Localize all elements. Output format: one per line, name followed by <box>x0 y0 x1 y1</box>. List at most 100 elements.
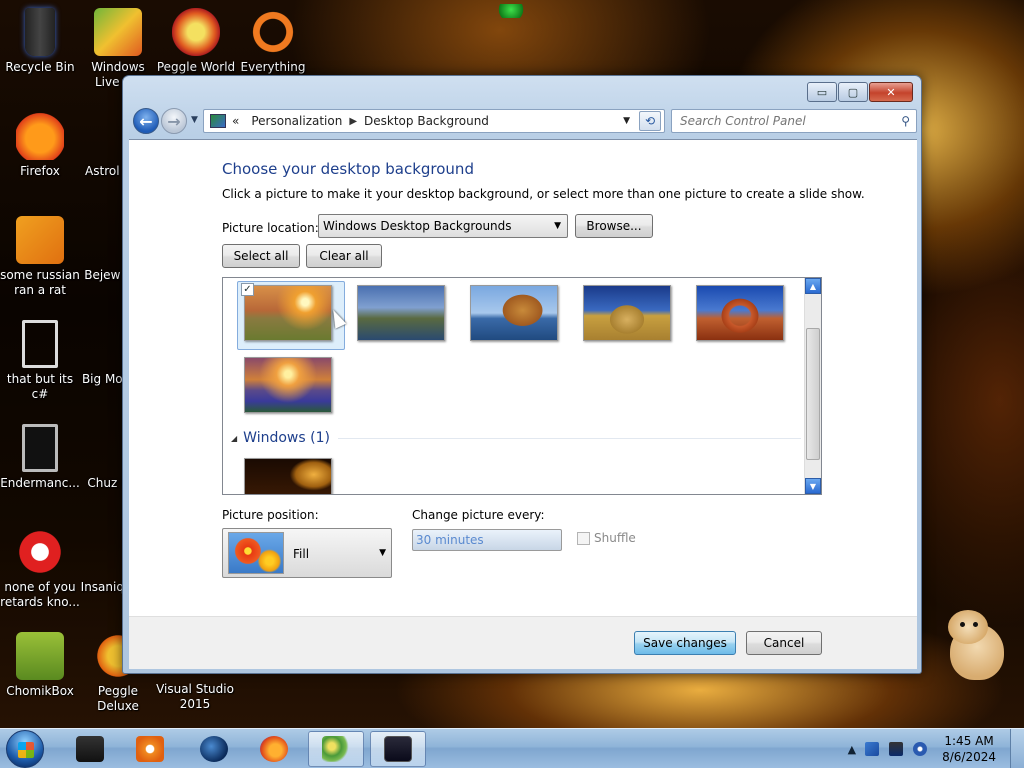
app-icon <box>16 216 64 264</box>
address-bar[interactable]: « Personalization ▶ Desktop Background ▼ <box>203 109 665 133</box>
thumbnail-lighthouse[interactable] <box>357 285 445 341</box>
desktop-icon-label: Peggle Deluxe <box>97 684 139 713</box>
maximize-icon: ▢ <box>847 85 859 99</box>
select-all-button[interactable]: Select all <box>222 244 300 268</box>
scroll-down-button[interactable]: ▼ <box>805 478 821 494</box>
clear-all-button[interactable]: Clear all <box>306 244 382 268</box>
desktop-icon-label: Endermanc... <box>0 476 80 490</box>
desktop-icon-label: Recycle Bin <box>5 60 75 74</box>
system-clock[interactable]: 1:45 AM 8/6/2024 <box>942 733 996 765</box>
desktop-icon-firefox[interactable]: Firefox <box>0 112 80 179</box>
browse-button[interactable]: Browse... <box>575 214 653 238</box>
breadcrumb-separator-icon[interactable]: ▶ <box>349 116 357 127</box>
shuffle-option[interactable]: Shuffle <box>577 531 636 545</box>
desktop-icon-chomikbox[interactable]: ChomikBox <box>0 632 80 699</box>
recycle-bin-icon <box>25 8 55 56</box>
thumbnail-red-arch[interactable] <box>696 285 784 341</box>
desktop-icon-label: Firefox <box>20 164 60 178</box>
recent-pages-dropdown[interactable]: ▼ <box>191 115 198 125</box>
minimize-button[interactable]: ▭ <box>807 82 837 102</box>
thumbnail-windows-default[interactable] <box>244 458 332 494</box>
collapse-triangle-icon[interactable]: ◢ <box>231 434 237 443</box>
windows-group-header[interactable]: ◢ Windows (1) <box>231 430 801 446</box>
peggle-world-icon <box>172 8 220 56</box>
taskbar-firefox[interactable] <box>246 731 302 767</box>
action-center-icon[interactable] <box>865 742 880 756</box>
firefox-icon <box>16 112 64 160</box>
picture-location-label: Picture location: <box>222 221 319 235</box>
position-preview-image <box>228 532 284 574</box>
language-icon[interactable] <box>913 742 928 756</box>
close-button[interactable]: ✕ <box>869 82 913 102</box>
address-dropdown-icon[interactable]: ▼ <box>623 116 630 126</box>
desktop-icon-label: some russian ran a rat <box>0 268 80 297</box>
maximize-button[interactable]: ▢ <box>838 82 868 102</box>
taskbar-media-player[interactable] <box>122 731 178 767</box>
shortcut-icon <box>22 320 58 368</box>
chevron-down-icon: ▼ <box>554 221 561 231</box>
desktop-icon-label: Peggle World <box>156 60 236 74</box>
thumbnail-rock-lake[interactable] <box>470 285 558 341</box>
picture-position-select[interactable]: Fill ▼ <box>222 528 392 578</box>
thumbnail-sunset-field[interactable] <box>244 285 332 341</box>
desktop-icon-endermanch[interactable]: Endermanc... <box>0 424 80 491</box>
cancel-button[interactable]: Cancel <box>746 631 822 655</box>
desktop-icon-peggle-world[interactable]: Peggle World <box>156 8 236 75</box>
desktop-icon-some-russian[interactable]: some russian ran a rat <box>0 216 80 298</box>
refresh-button[interactable]: ⟲ <box>639 111 661 131</box>
desktop-icon-none-of-you[interactable]: none of you retards kno... <box>0 528 80 610</box>
main-content: Choose your desktop background Click a p… <box>129 139 917 616</box>
desktop-icon-that-but-its-cs[interactable]: that but its c# <box>0 320 80 402</box>
desktop-icon-label: Everything <box>240 60 306 74</box>
desktop-icon-recycle-bin[interactable]: Recycle Bin <box>0 8 80 75</box>
windows-live-icon <box>94 8 142 56</box>
picture-location-select[interactable]: Windows Desktop Backgrounds ▼ <box>318 214 568 238</box>
shuffle-checkbox[interactable] <box>577 531 590 545</box>
start-button[interactable] <box>6 730 44 768</box>
taskbar-recycle-app[interactable] <box>62 731 118 767</box>
network-icon[interactable] <box>889 742 904 756</box>
taskbar-globe-app[interactable] <box>186 731 242 767</box>
firefox-icon <box>260 736 288 762</box>
breadcrumb-desktop-background[interactable]: Desktop Background <box>364 114 489 128</box>
control-panel-icon <box>210 114 226 128</box>
back-button[interactable]: ← <box>133 108 159 134</box>
taskbar-personalization[interactable] <box>308 731 364 767</box>
thumbnail-checkbox[interactable]: ✓ <box>241 283 254 296</box>
picture-position-label: Picture position: <box>222 508 319 522</box>
chomikbox-icon <box>16 632 64 680</box>
search-icon[interactable]: ⚲ <box>901 114 910 128</box>
thumbnail-hay-bale[interactable] <box>583 285 671 341</box>
desktop-icon-label: Visual Studio 2015 <box>156 682 234 711</box>
page-title: Choose your desktop background <box>222 160 474 178</box>
desktop-icon-everything[interactable]: Everything <box>233 8 313 75</box>
change-picture-interval-select[interactable]: 30 minutes <box>412 529 562 551</box>
scrollbar-thumb[interactable] <box>806 328 820 460</box>
picture-position-value: Fill <box>293 547 310 561</box>
minimize-icon: ▭ <box>816 85 828 99</box>
change-picture-value: 30 minutes <box>416 533 484 547</box>
thumbnail-flowers-lake[interactable] <box>244 357 332 413</box>
show-hidden-icons-button[interactable]: ▲ <box>848 743 856 756</box>
save-changes-button[interactable]: Save changes <box>634 631 736 655</box>
vertical-scrollbar[interactable]: ▲ ▼ <box>804 278 821 494</box>
picture-location-value: Windows Desktop Backgrounds <box>323 219 512 233</box>
title-controls: ▭ ▢ ✕ <box>807 82 913 102</box>
navigation-bar: ← → ▼ « Personalization ▶ Desktop Backgr… <box>129 106 917 136</box>
scroll-up-button[interactable]: ▲ <box>805 278 821 294</box>
dialog-footer: Save changes Cancel <box>129 616 917 669</box>
hamster-image <box>944 610 1006 682</box>
everything-icon <box>249 8 297 56</box>
chevron-down-icon: ▼ <box>379 548 386 558</box>
refresh-icon: ⟲ <box>644 114 656 128</box>
app-icon <box>16 528 64 576</box>
forward-button[interactable]: → <box>161 108 187 134</box>
show-desktop-button[interactable] <box>1010 729 1024 768</box>
search-box[interactable]: ⚲ <box>671 109 917 133</box>
change-picture-label: Change picture every: <box>412 508 545 522</box>
taskbar-explorer-window[interactable] <box>370 731 426 767</box>
breadcrumb-personalization[interactable]: Personalization <box>251 114 342 128</box>
search-input[interactable] <box>680 114 880 128</box>
breadcrumb-overflow[interactable]: « <box>232 114 239 128</box>
globe-icon <box>200 736 228 762</box>
